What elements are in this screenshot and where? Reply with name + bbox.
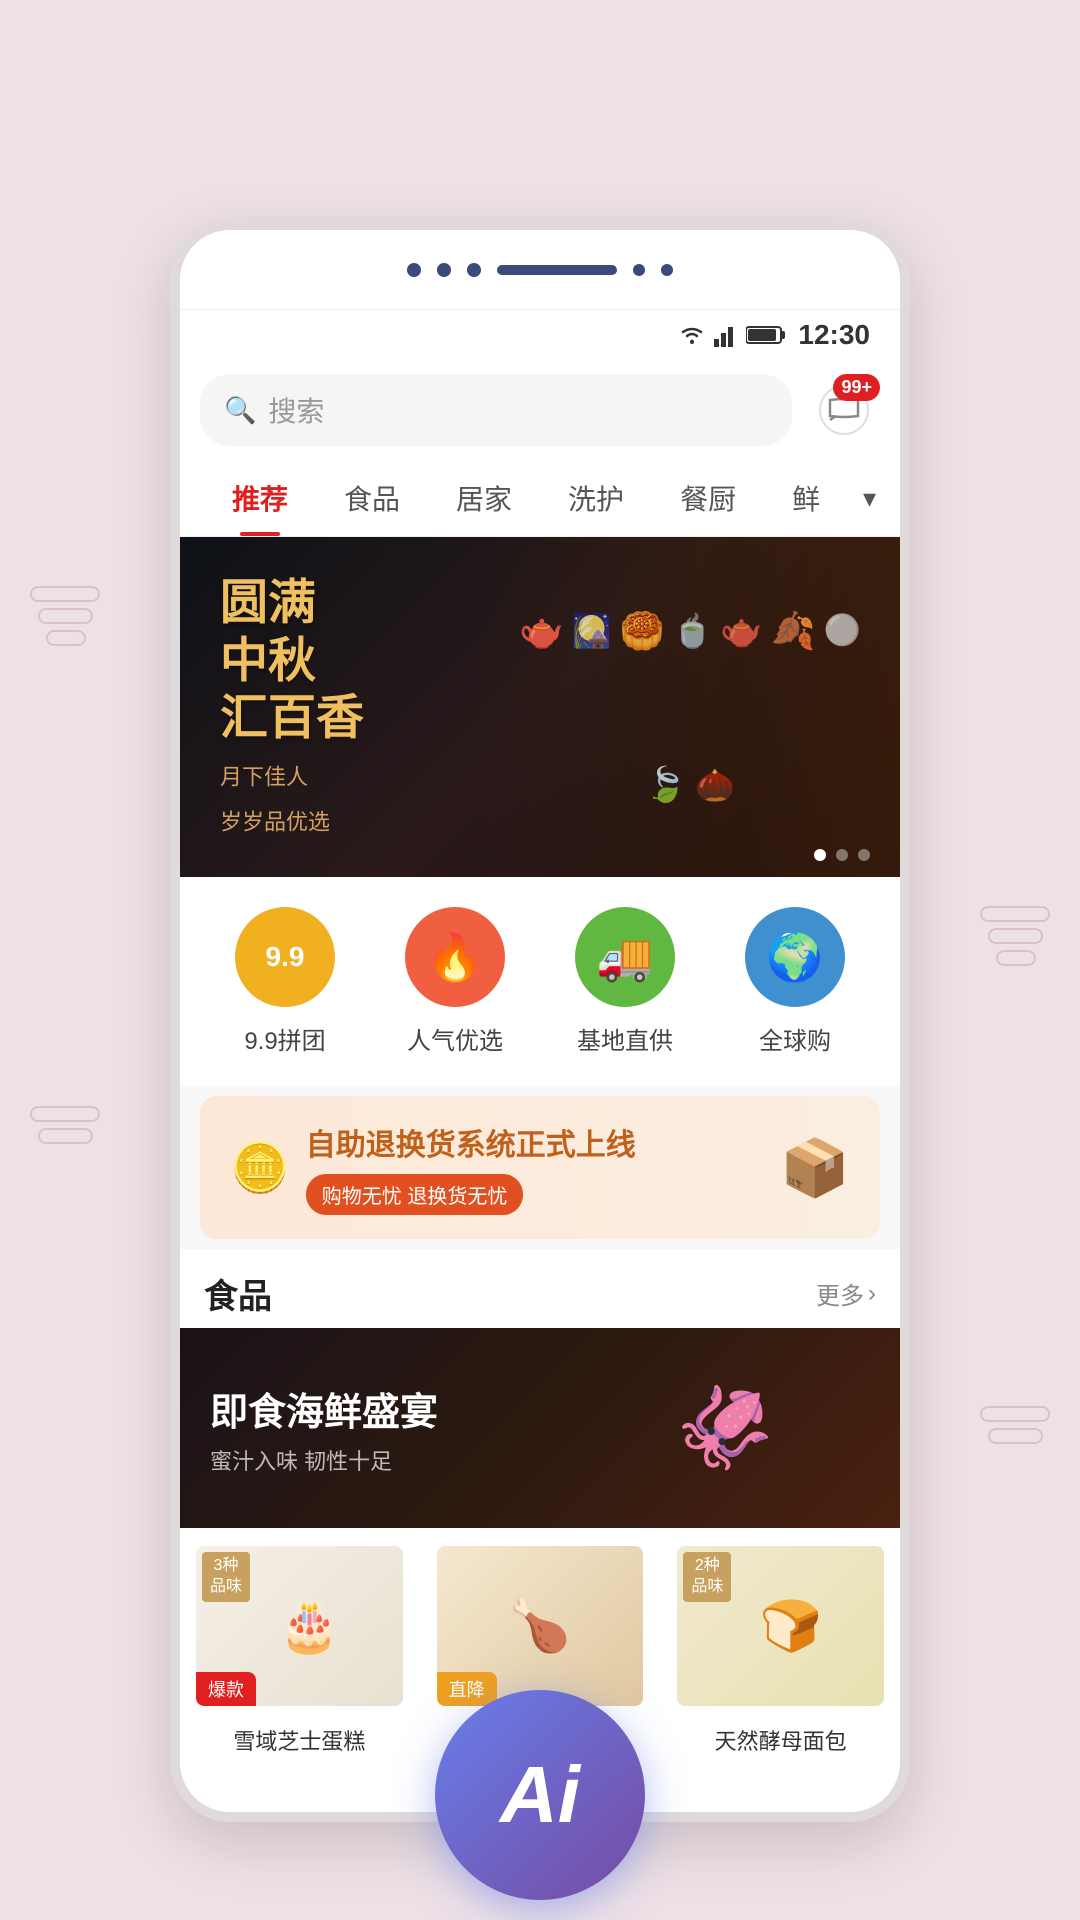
quick-label-direct: 基地直供 — [577, 1021, 673, 1056]
cat-item-food[interactable]: 食品 — [316, 460, 428, 536]
signal-icon — [714, 323, 738, 347]
left-decoration — [30, 580, 100, 652]
status-bar: 12:30 — [180, 310, 900, 360]
right-decoration-2 — [980, 1400, 1050, 1450]
search-bar: 🔍 搜索 99+ — [180, 360, 900, 460]
banner-main-text: 圆满 — [220, 574, 364, 632]
cat-item-fresh[interactable]: 鲜 — [764, 460, 848, 536]
chevron-down-icon: ▾ — [863, 483, 876, 514]
food-banner-title: 即食海鲜盛宴 — [210, 1381, 438, 1436]
bezel-bar — [497, 265, 617, 275]
promo-banner[interactable]: 🪙 自助退换货系统正式上线 购物无忧 退换货无忧 📦 — [200, 1096, 880, 1239]
chevron-right-icon: › — [868, 1280, 876, 1308]
phone-frame: 12:30 🔍 搜索 99+ 推荐 — [170, 220, 910, 1822]
product-name-3: 天然酵母面包 — [715, 1724, 847, 1756]
banner-text: 圆满 中秋 汇百香 月下佳人 岁岁品优选 — [220, 574, 364, 839]
category-nav: 推荐 食品 居家 洗护 餐厨 鲜 ▾ — [180, 460, 900, 537]
bezel-dot-2 — [437, 263, 451, 277]
food-section-header: 食品 更多 › — [180, 1249, 900, 1328]
quick-icon-group: 9.9 — [235, 907, 335, 1007]
cat-item-recommend[interactable]: 推荐 — [204, 460, 316, 536]
bezel-dot-1 — [407, 263, 421, 277]
banner-dot-3 — [858, 849, 870, 861]
quick-label-group: 9.9拼团 — [244, 1021, 325, 1056]
quick-label-popular: 人气优选 — [407, 1021, 503, 1056]
banner-dot-1 — [814, 849, 826, 861]
cat-item-kitchen[interactable]: 餐厨 — [652, 460, 764, 536]
quick-item-global[interactable]: 🌍 全球购 — [745, 907, 845, 1056]
search-placeholder: 搜索 — [268, 390, 324, 430]
phone-top-bezel — [180, 230, 900, 310]
product-item-3[interactable]: 2种品味 🍞 天然酵母面包 — [661, 1530, 900, 1772]
quick-label-global: 全球购 — [759, 1021, 831, 1056]
product-image-1: 3种品味 🎂 爆款 — [196, 1546, 403, 1706]
banner-dots — [814, 849, 870, 861]
cat-item-home[interactable]: 居家 — [428, 460, 540, 536]
status-icons — [678, 323, 786, 347]
bezel-dot-5 — [661, 264, 673, 276]
cat-item-care[interactable]: 洗护 — [540, 460, 652, 536]
phone-wrapper: 12:30 🔍 搜索 99+ 推荐 — [170, 220, 910, 1822]
battery-icon — [746, 325, 786, 345]
banner-sub-2: 岁岁品优选 — [220, 804, 364, 839]
quick-icon-direct: 🚚 — [575, 907, 675, 1007]
banner-main-text-2: 中秋 — [220, 632, 364, 690]
food-section-more[interactable]: 更多 › — [816, 1276, 876, 1311]
product-image-2: 🍗 直降 — [437, 1546, 644, 1706]
quick-links: 9.9 9.9拼团 🔥 人气优选 🚚 基地直供 🌍 全球购 — [180, 877, 900, 1086]
food-section-title: 食品 — [204, 1269, 272, 1318]
wifi-icon — [678, 323, 706, 347]
banner-dot-2 — [836, 849, 848, 861]
quick-icon-popular: 🔥 — [405, 907, 505, 1007]
food-banner[interactable]: 🦑 即食海鲜盛宴 蜜汁入味 韧性十足 — [180, 1328, 900, 1528]
food-banner-subtitle: 蜜汁入味 韧性十足 — [210, 1444, 438, 1476]
message-badge: 99+ — [833, 374, 880, 401]
product-badge-2: 直降 — [437, 1672, 497, 1706]
bezel-dot-3 — [467, 263, 481, 277]
quick-item-group[interactable]: 9.9 9.9拼团 — [235, 907, 335, 1056]
ai-bubble[interactable]: Ai — [435, 1690, 645, 1900]
food-banner-text: 即食海鲜盛宴 蜜汁入味 韧性十足 — [180, 1361, 468, 1496]
product-image-3: 2种品味 🍞 — [677, 1546, 884, 1706]
main-banner[interactable]: 🫖 🎑 🥮 🍵 🫖 🍂 ⚪ 🍃 🌰 圆满 中秋 汇百香 月下佳人 — [180, 537, 900, 877]
quick-item-popular[interactable]: 🔥 人气优选 — [405, 907, 505, 1056]
promo-title: 自助退换货系统正式上线 — [306, 1120, 781, 1164]
bezel-dot-4 — [633, 264, 645, 276]
promo-sub-badge: 购物无忧 退换货无忧 — [306, 1174, 524, 1215]
more-label: 更多 — [816, 1276, 864, 1311]
quick-icon-global: 🌍 — [745, 907, 845, 1007]
banner-main-text-3: 汇百香 — [220, 690, 364, 748]
left-decoration-2 — [30, 1100, 100, 1150]
product-item-1[interactable]: 3种品味 🎂 爆款 雪域芝士蛋糕 — [180, 1530, 419, 1772]
search-input-wrap[interactable]: 🔍 搜索 — [200, 374, 792, 446]
promo-box-icon: 📦 — [780, 1135, 850, 1201]
cat-more[interactable]: ▾ — [863, 483, 876, 514]
quick-item-direct[interactable]: 🚚 基地直供 — [575, 907, 675, 1056]
right-decoration — [980, 900, 1050, 972]
promo-text: 自助退换货系统正式上线 购物无忧 退换货无忧 — [306, 1120, 781, 1215]
product-name-1: 雪域芝士蛋糕 — [233, 1724, 365, 1756]
ai-label: Ai — [500, 1749, 580, 1841]
banner-sub-1: 月下佳人 — [220, 759, 364, 794]
phone-screen: 12:30 🔍 搜索 99+ 推荐 — [180, 310, 900, 1772]
product-badge-1: 爆款 — [196, 1672, 256, 1706]
search-icon: 🔍 — [224, 395, 256, 426]
status-time: 12:30 — [798, 319, 870, 351]
message-button[interactable]: 99+ — [808, 374, 880, 446]
promo-coins: 🪙 — [230, 1139, 290, 1196]
